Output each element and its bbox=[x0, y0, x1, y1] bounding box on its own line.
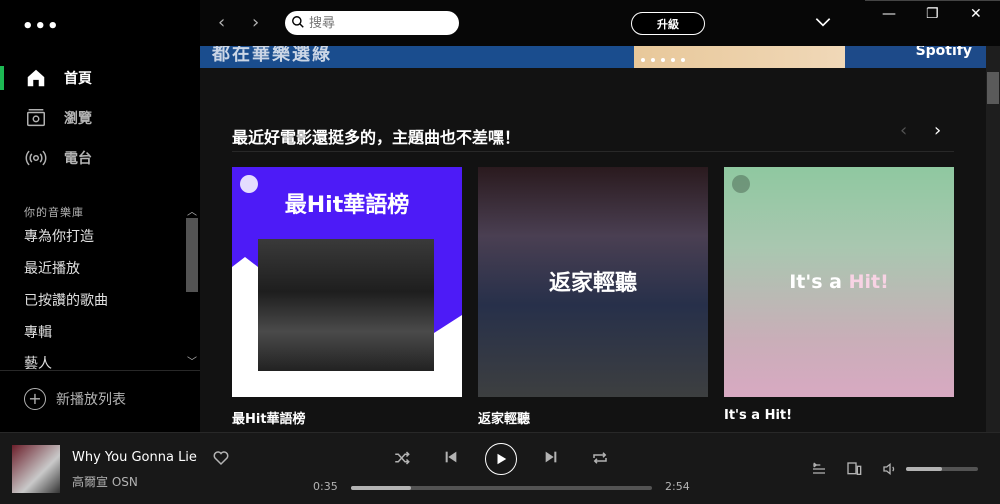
library-item-albums[interactable]: 專輯 bbox=[24, 322, 52, 342]
banner-dot[interactable] bbox=[661, 58, 665, 62]
repeat-icon[interactable] bbox=[591, 449, 609, 471]
play-button[interactable] bbox=[485, 443, 517, 475]
nav-item-home[interactable]: 首頁 bbox=[0, 60, 200, 96]
nav-label-radio: 電台 bbox=[64, 151, 92, 167]
library-title: 你的音樂庫 bbox=[24, 206, 84, 219]
track-title[interactable]: Why You Gonna Lie bbox=[72, 450, 197, 465]
menu-dots-icon[interactable]: ••• bbox=[22, 16, 60, 37]
chevron-up-icon[interactable]: ︿ bbox=[187, 203, 197, 218]
forward-arrow-icon[interactable]: › bbox=[252, 12, 259, 33]
card-label-home-listen[interactable]: 返家輕聽 bbox=[478, 408, 530, 427]
devices-icon[interactable] bbox=[845, 461, 863, 481]
banner-text: 都在華樂選綠 bbox=[212, 46, 332, 65]
nav-item-radio[interactable]: 電台 bbox=[0, 140, 200, 176]
volume-icon[interactable] bbox=[881, 461, 899, 481]
banner-brand: Spotify bbox=[915, 46, 972, 59]
card-cover-title: 返家輕聽 bbox=[548, 271, 637, 296]
plus-circle-icon: + bbox=[24, 388, 46, 410]
banner-dot[interactable] bbox=[641, 58, 645, 62]
volume-slider[interactable] bbox=[906, 467, 978, 471]
nav-label-browse: 瀏覽 bbox=[64, 111, 92, 127]
library-item-made-for-you[interactable]: 專為你打造 bbox=[24, 226, 94, 246]
play-icon bbox=[497, 453, 507, 465]
close-icon[interactable]: ✕ bbox=[970, 6, 982, 22]
spotify-logo-icon bbox=[732, 175, 750, 193]
section-prev-icon[interactable]: ‹ bbox=[900, 120, 907, 141]
banner-pagination[interactable] bbox=[641, 58, 685, 62]
card-cover-title-a: It's a bbox=[789, 271, 849, 293]
restore-icon[interactable]: ❐ bbox=[926, 6, 939, 22]
total-time: 2:54 bbox=[665, 480, 690, 493]
account-chevron-down-icon[interactable] bbox=[813, 12, 833, 36]
section-next-icon[interactable]: › bbox=[934, 120, 941, 141]
upgrade-button[interactable]: 升級 bbox=[631, 12, 705, 35]
card-cover-title-b: Hit! bbox=[848, 271, 889, 293]
banner-dot[interactable] bbox=[651, 58, 655, 62]
sidebar-divider bbox=[0, 370, 200, 371]
chevron-down-icon[interactable]: ﹀ bbox=[187, 353, 197, 368]
playlist-card-top-hits[interactable]: 最Hit華語榜 bbox=[232, 167, 462, 397]
sidebar-scrollbar[interactable] bbox=[186, 218, 198, 292]
section-title[interactable]: 最近好電影還挺多的，主題曲也不差嘿！ bbox=[232, 124, 520, 148]
home-icon bbox=[24, 66, 48, 90]
window-edge bbox=[865, 0, 1000, 1]
card-cover-title: It's a Hit! bbox=[724, 271, 954, 293]
volume-fill bbox=[906, 467, 942, 471]
minimize-icon[interactable]: — bbox=[882, 6, 896, 22]
banner-dot[interactable] bbox=[681, 58, 685, 62]
previous-track-icon[interactable] bbox=[443, 449, 459, 469]
browse-icon bbox=[24, 106, 48, 130]
ad-banner[interactable]: 都在華樂選綠 Spotify bbox=[200, 46, 986, 68]
cover-photo bbox=[258, 239, 434, 371]
radio-icon bbox=[24, 146, 48, 170]
shuffle-icon[interactable] bbox=[393, 449, 411, 471]
banner-dot[interactable] bbox=[671, 58, 675, 62]
nav-label-home: 首頁 bbox=[64, 71, 92, 87]
playlist-card-home-listen[interactable]: 返家輕聽 bbox=[478, 167, 708, 397]
album-art[interactable] bbox=[12, 445, 60, 493]
next-track-icon[interactable] bbox=[543, 449, 559, 469]
search-input[interactable] bbox=[309, 15, 449, 31]
progress-fill bbox=[351, 486, 412, 490]
heart-icon[interactable] bbox=[212, 449, 230, 471]
elapsed-time: 0:35 bbox=[313, 480, 338, 493]
playlist-card-its-a-hit[interactable]: It's a Hit! bbox=[724, 167, 954, 397]
search-icon bbox=[291, 14, 305, 33]
queue-icon[interactable] bbox=[810, 461, 828, 481]
new-playlist-button[interactable]: + 新播放列表 bbox=[24, 388, 126, 410]
section-divider bbox=[232, 151, 954, 152]
sidebar: ••• 首頁 瀏覽 電台 你的音樂庫 專為你打造 最近播放 已按讚的歌曲 專輯 … bbox=[0, 0, 200, 432]
now-playing-bar: Why You Gonna Lie 高爾宣 OSN 0:35 2:54 bbox=[0, 432, 1000, 504]
main-scrollbar-thumb[interactable] bbox=[987, 72, 999, 104]
card-label-its-a-hit[interactable]: It's a Hit! bbox=[724, 408, 792, 423]
search-box[interactable] bbox=[285, 11, 459, 35]
back-arrow-icon[interactable]: ‹ bbox=[218, 12, 225, 33]
card-label-top-hits[interactable]: 最Hit華語榜 bbox=[232, 408, 306, 427]
library-item-liked-songs[interactable]: 已按讚的歌曲 bbox=[24, 290, 108, 310]
nav-item-browse[interactable]: 瀏覽 bbox=[0, 100, 200, 136]
progress-bar[interactable] bbox=[351, 486, 652, 490]
track-artist[interactable]: 高爾宣 OSN bbox=[72, 473, 138, 490]
library-item-recently-played[interactable]: 最近播放 bbox=[24, 258, 80, 278]
new-playlist-label: 新播放列表 bbox=[56, 392, 126, 408]
